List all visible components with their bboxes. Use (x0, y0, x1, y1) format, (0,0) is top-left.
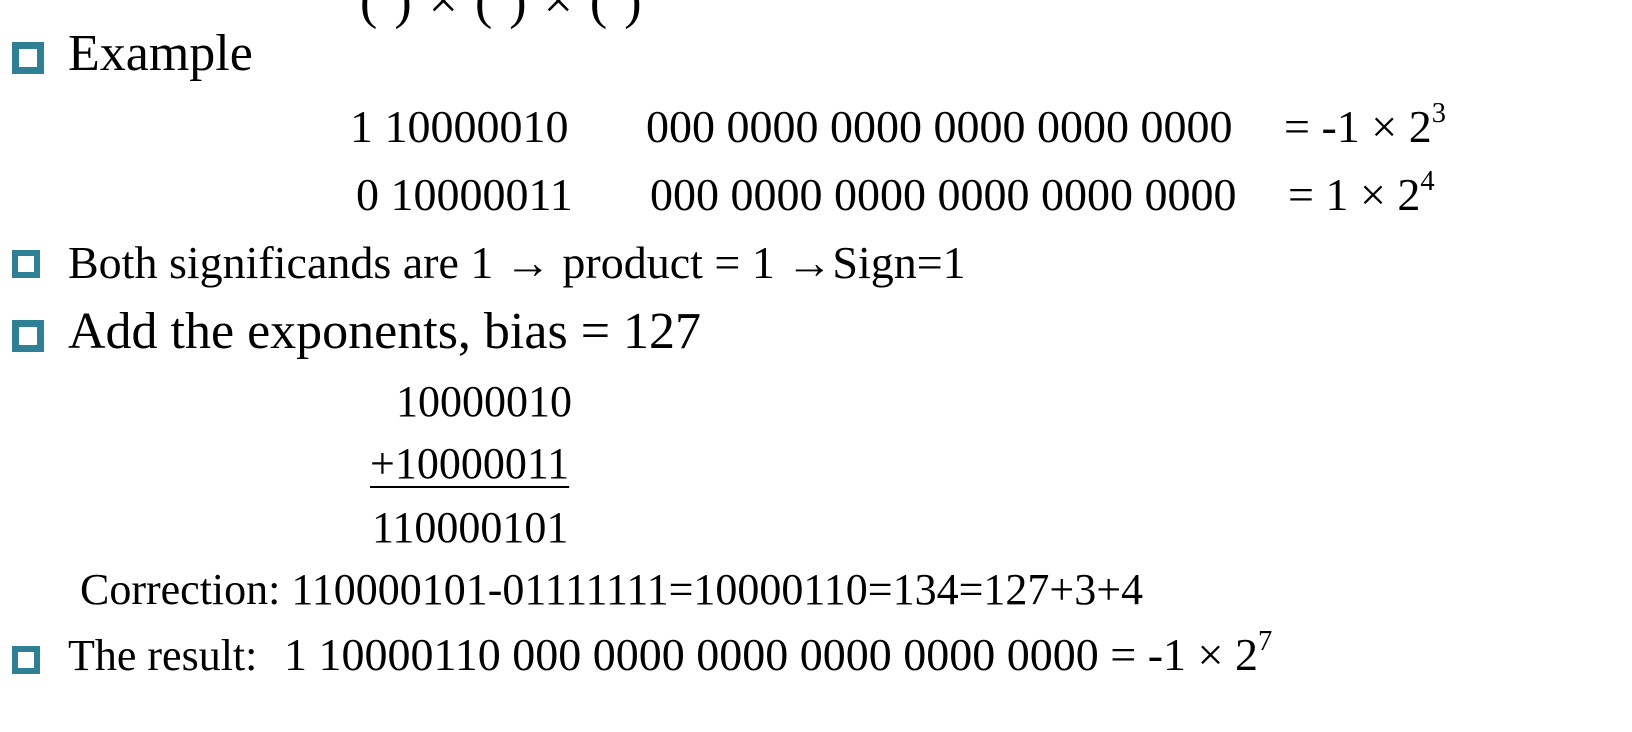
row1-value-prefix: = -1 × 2 (1284, 101, 1432, 152)
result-value-text: 1 10000110 000 0000 0000 0000 0000 0000 … (284, 629, 1258, 680)
sum-result: 110000101 (372, 503, 569, 552)
row1-value: = -1 × 23 (1284, 98, 1446, 153)
row1-mantissa: 000 0000 0000 0000 0000 0000 (646, 101, 1233, 152)
row1-value-power: 3 (1431, 98, 1446, 130)
result-label: The result: (68, 631, 258, 680)
row2-value-power: 4 (1420, 166, 1435, 198)
sum-operand-1: 10000010 (396, 377, 572, 426)
bullet-icon (12, 646, 40, 674)
row2-value: = 1 × 24 (1288, 166, 1435, 221)
row2-value-prefix: = 1 × 2 (1288, 169, 1421, 220)
row1-sign-exponent: 1 10000010 (350, 101, 569, 152)
row2-sign-exponent: 0 10000011 (356, 169, 573, 220)
sum-operand-2: +10000011 (370, 439, 570, 488)
row2-mantissa: 000 0000 0000 0000 0000 0000 (650, 169, 1237, 220)
result-value: 1 10000110 000 0000 0000 0000 0000 0000 … (284, 626, 1273, 681)
result-value-power: 7 (1258, 626, 1273, 658)
example-heading: Example (68, 25, 253, 82)
exponents-text: Add the exponents, bias = 127 (68, 303, 702, 360)
bullet-icon (12, 320, 44, 352)
bullet-icon (12, 42, 44, 74)
clipped-top-formula: ( ) × ( ) × ( ) (360, 0, 644, 30)
bullet-icon (12, 250, 40, 278)
significands-text: Both significands are 1 → product = 1 →S… (68, 237, 966, 288)
correction-text: Correction: 110000101-01111111=10000110=… (80, 565, 1144, 614)
